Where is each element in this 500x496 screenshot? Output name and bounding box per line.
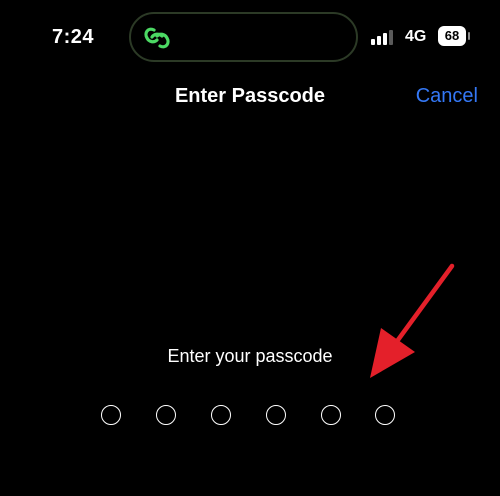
- link-icon: [144, 27, 170, 49]
- red-arrow-icon: [370, 263, 455, 378]
- passcode-dot: [101, 405, 121, 425]
- dynamic-island[interactable]: [129, 12, 358, 62]
- status-bar: 7:24 4G 68: [0, 0, 500, 70]
- battery-tip: [468, 32, 470, 40]
- network-type: 4G: [405, 28, 427, 45]
- battery-level: 68: [444, 28, 460, 43]
- battery-icon: 68: [438, 26, 466, 46]
- passcode-dot: [211, 405, 231, 425]
- status-time: 7:24: [52, 26, 95, 48]
- cancel-button[interactable]: Cancel: [416, 85, 478, 108]
- passcode-dots: [101, 405, 401, 429]
- passcode-dot: [156, 405, 176, 425]
- passcode-dot: [321, 405, 341, 425]
- passcode-dot: [375, 405, 395, 425]
- signal-strength-icon: [371, 29, 397, 45]
- passcode-dot: [266, 405, 286, 425]
